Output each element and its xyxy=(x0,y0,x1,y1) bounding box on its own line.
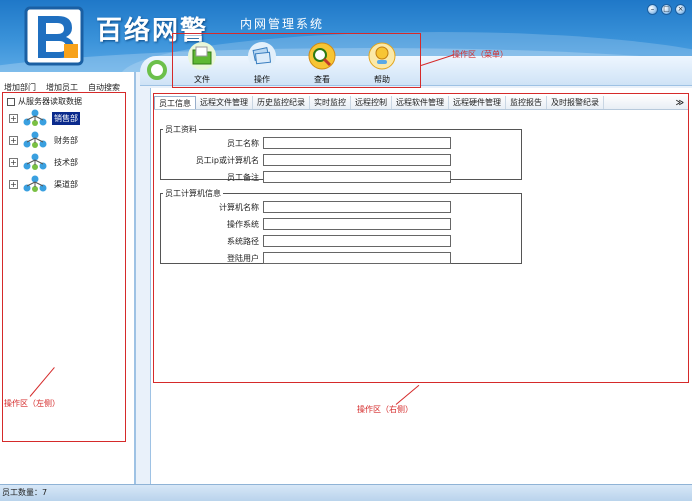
left-panel: 增加部门 增加员工 自动搜索 从服务器读取数据 + 销售部 + 财务部 + 技术… xyxy=(0,72,136,484)
field-label: 操作系统 xyxy=(227,219,259,229)
tab-alarm-records[interactable]: 及时报警纪录 xyxy=(547,96,604,109)
field-row: 系统路径 xyxy=(227,235,451,247)
field-row: 员工ip或计算机名 xyxy=(196,154,451,166)
toolbar-view-button[interactable]: 查看 xyxy=(301,40,343,85)
computer-info-group: 员工计算机信息 计算机名称 操作系统 系统路径 登陆用户 xyxy=(160,188,522,264)
tree-item-sales[interactable]: + 销售部 xyxy=(9,109,80,127)
expand-icon[interactable]: + xyxy=(9,179,18,189)
field-label: 员工名称 xyxy=(227,138,259,148)
left-annotation: 操作区（左侧） xyxy=(4,399,60,408)
field-row: 计算机名称 xyxy=(219,201,451,213)
department-tree: 从服务器读取数据 + 销售部 + 财务部 + 技术部 + 渠道部 xyxy=(2,92,126,442)
field-row: 操作系统 xyxy=(227,218,451,230)
field-label: 员工ip或计算机名 xyxy=(195,155,259,165)
toolbar-label: 文件 xyxy=(194,75,210,84)
view-icon xyxy=(306,40,338,72)
tab-monitor-history[interactable]: 历史监控纪录 xyxy=(253,96,310,109)
tab-monitor-report[interactable]: 监控报告 xyxy=(506,96,547,109)
toolbar-label: 帮助 xyxy=(374,75,390,84)
employee-profile-group: 员工资料 员工名称 员工ip或计算机名 员工备注 xyxy=(160,124,522,183)
employee-name-input[interactable] xyxy=(263,137,451,149)
load-checkbox[interactable] xyxy=(7,97,15,106)
system-path-input[interactable] xyxy=(263,235,451,247)
expand-icon[interactable]: + xyxy=(9,113,18,123)
tab-remote-software[interactable]: 远程软件管理 xyxy=(392,96,449,109)
window-controls: – □ × xyxy=(647,4,686,15)
toolbar-label: 操作 xyxy=(254,75,270,84)
minimize-button[interactable]: – xyxy=(647,4,658,15)
network-icon xyxy=(22,175,48,193)
app-logo xyxy=(24,6,84,66)
tree-item-finance[interactable]: + 财务部 xyxy=(9,131,80,149)
load-label: 从服务器读取数据 xyxy=(18,97,82,106)
expand-icon[interactable]: + xyxy=(9,157,18,167)
status-bar: 员工数量：7 xyxy=(0,484,692,501)
tab-remote-files[interactable]: 远程文件管理 xyxy=(196,96,253,109)
close-button[interactable]: × xyxy=(675,4,686,15)
field-label: 计算机名称 xyxy=(219,202,259,212)
help-icon xyxy=(366,40,398,72)
tab-scroll-button[interactable]: ≫ xyxy=(672,98,688,107)
tree-item-label: 财务部 xyxy=(54,135,78,145)
tree-item-label: 技术部 xyxy=(54,157,78,167)
field-label: 系统路径 xyxy=(227,236,259,246)
stack-icon xyxy=(246,40,278,72)
app-subtitle: 内网管理系统 xyxy=(240,17,325,31)
tab-remote-hardware[interactable]: 远程硬件管理 xyxy=(449,96,506,109)
load-from-server-row[interactable]: 从服务器读取数据 xyxy=(7,96,82,107)
tab-bar: 员工信息 远程文件管理 历史监控纪录 实时监控 远程控制 远程软件管理 远程硬件… xyxy=(154,96,688,110)
field-row: 员工名称 xyxy=(227,137,451,149)
field-label: 登陆用户 xyxy=(227,253,259,263)
toolbar-operate-button[interactable]: 操作 xyxy=(241,40,283,85)
right-annotation: 操作区（右侧） xyxy=(357,405,413,414)
tree-item-label: 渠道部 xyxy=(54,179,78,189)
network-icon xyxy=(22,109,48,127)
employee-ip-input[interactable] xyxy=(263,154,451,166)
folder-icon xyxy=(186,40,218,72)
os-input[interactable] xyxy=(263,218,451,230)
field-row: 登陆用户 xyxy=(227,252,451,264)
network-icon xyxy=(22,153,48,171)
main-toolbar: 文件 操作 查看 帮助 xyxy=(172,33,421,88)
toolbar-help-button[interactable]: 帮助 xyxy=(361,40,403,85)
group-title: 员工资料 xyxy=(165,125,197,134)
maximize-button[interactable]: □ xyxy=(661,4,672,15)
network-icon xyxy=(22,131,48,149)
toolbar-label: 查看 xyxy=(314,75,330,84)
group-title: 员工计算机信息 xyxy=(165,189,221,198)
computer-name-input[interactable] xyxy=(263,201,451,213)
field-label: 员工备注 xyxy=(227,172,259,182)
field-row: 员工备注 xyxy=(227,171,451,183)
login-user-input[interactable] xyxy=(263,252,451,264)
ring-icon xyxy=(147,60,167,80)
tree-item-tech[interactable]: + 技术部 xyxy=(9,153,80,171)
right-panel: 员工信息 远程文件管理 历史监控纪录 实时监控 远程控制 远程软件管理 远程硬件… xyxy=(150,88,692,484)
toolbar-file-button[interactable]: 文件 xyxy=(181,40,223,85)
employee-note-input[interactable] xyxy=(263,171,451,183)
logo-icon xyxy=(24,6,84,66)
employee-detail-area: 员工信息 远程文件管理 历史监控纪录 实时监控 远程控制 远程软件管理 远程硬件… xyxy=(153,93,689,383)
tree-item-label: 销售部 xyxy=(52,111,80,125)
tab-live-monitor[interactable]: 实时监控 xyxy=(310,96,351,109)
expand-icon[interactable]: + xyxy=(9,135,18,145)
tree-item-channel[interactable]: + 渠道部 xyxy=(9,175,80,193)
tab-remote-control[interactable]: 远程控制 xyxy=(351,96,392,109)
tab-employee-info[interactable]: 员工信息 xyxy=(154,96,196,109)
menu-annotation: 操作区（菜单） xyxy=(452,50,508,59)
